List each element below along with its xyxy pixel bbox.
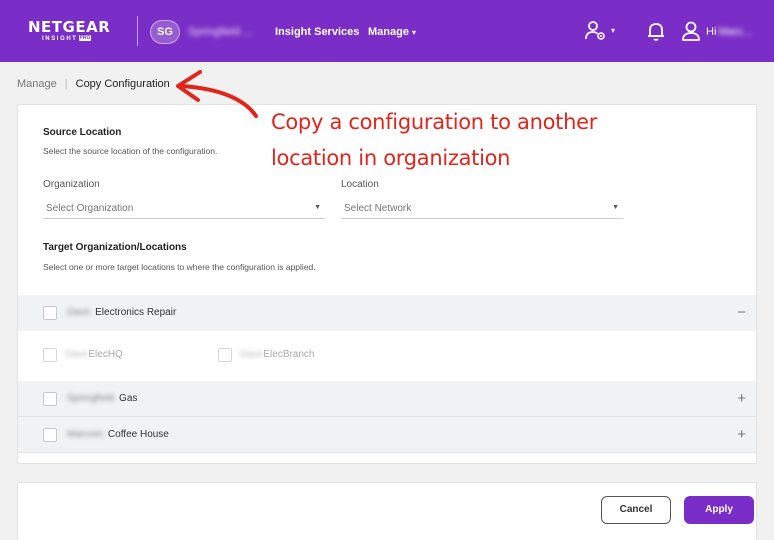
organization-select[interactable]: Select Organization ▼ [43, 201, 325, 219]
group-label: Springfield Gas [67, 393, 138, 404]
nav-insight-services[interactable]: Insight Services [275, 26, 359, 38]
expand-icon[interactable]: + [737, 426, 746, 443]
breadcrumb: Manage | Copy Configuration [17, 78, 170, 90]
location-label: Location [341, 179, 379, 190]
dropdown-arrow-icon: ▼ [612, 204, 619, 211]
target-group-locations: DaveElecHQ DaveElecBranch [18, 331, 756, 381]
location-checkbox[interactable] [43, 348, 57, 362]
group-label: Dave Electronics Repair [67, 307, 177, 318]
location-select-placeholder: Select Network [344, 203, 412, 214]
logo-pro-badge: PRO [78, 35, 92, 41]
annotation-arrow-icon [176, 70, 258, 118]
apply-button[interactable]: Apply [684, 496, 754, 524]
annotation-line-2: location in organization [271, 146, 511, 170]
breadcrumb-current: Copy Configuration [75, 78, 170, 90]
expand-icon[interactable]: + [737, 390, 746, 407]
dropdown-arrow-icon: ▼ [314, 204, 321, 211]
nav-manage-menu[interactable]: Manage ▾ [368, 26, 416, 38]
group-checkbox[interactable] [43, 428, 57, 442]
target-locations-description: Select one or more target locations to w… [43, 262, 316, 272]
target-locations-title: Target Organization/Locations [43, 242, 187, 253]
annotation-line-1: Copy a configuration to another [271, 110, 598, 134]
breadcrumb-separator: | [64, 78, 68, 90]
breadcrumb-manage-link[interactable]: Manage [17, 78, 57, 90]
caret-down-icon: ▾ [611, 26, 616, 35]
org-name[interactable]: Springfield ... [188, 26, 252, 38]
group-checkbox[interactable] [43, 392, 57, 406]
annotation-callout: Copy a configuration to another location… [271, 104, 611, 176]
location-select[interactable]: Select Network ▼ [341, 201, 623, 219]
header-divider [137, 16, 138, 46]
logo-wordmark: NETGEAR [28, 18, 111, 36]
location-checkbox[interactable] [218, 348, 232, 362]
organization-select-placeholder: Select Organization [46, 203, 134, 214]
target-group-row[interactable]: Springfield Gas + [18, 381, 756, 417]
organization-label: Organization [43, 179, 100, 190]
user-profile-icon[interactable] [680, 20, 702, 42]
top-navigation-bar: NETGEAR INSIGHT PRO SG Springfield ... In… [0, 0, 774, 62]
source-location-title: Source Location [43, 127, 122, 138]
logo-subtitle: INSIGHT PRO [42, 35, 92, 42]
group-checkbox[interactable] [43, 306, 57, 320]
target-group-row[interactable]: Marcom Coffee House + [18, 417, 756, 453]
location-label: DaveElecHQ [65, 349, 123, 360]
org-avatar[interactable]: SG [150, 20, 180, 44]
cancel-button[interactable]: Cancel [601, 496, 671, 524]
location-label: DaveElecBranch [240, 349, 315, 360]
user-greeting[interactable]: Hi Marc... [706, 26, 752, 38]
target-group-row[interactable]: Dave Electronics Repair − [18, 295, 756, 331]
netgear-insight-logo[interactable]: NETGEAR INSIGHT PRO [28, 18, 112, 44]
bell-icon[interactable] [645, 20, 667, 42]
source-location-description: Select the source location of the config… [43, 146, 218, 156]
users-settings-icon[interactable] [585, 20, 607, 42]
action-footer: Cancel Apply [17, 482, 757, 540]
collapse-icon[interactable]: − [737, 304, 746, 321]
group-label: Marcom Coffee House [67, 429, 169, 440]
caret-down-icon: ▾ [411, 28, 416, 37]
